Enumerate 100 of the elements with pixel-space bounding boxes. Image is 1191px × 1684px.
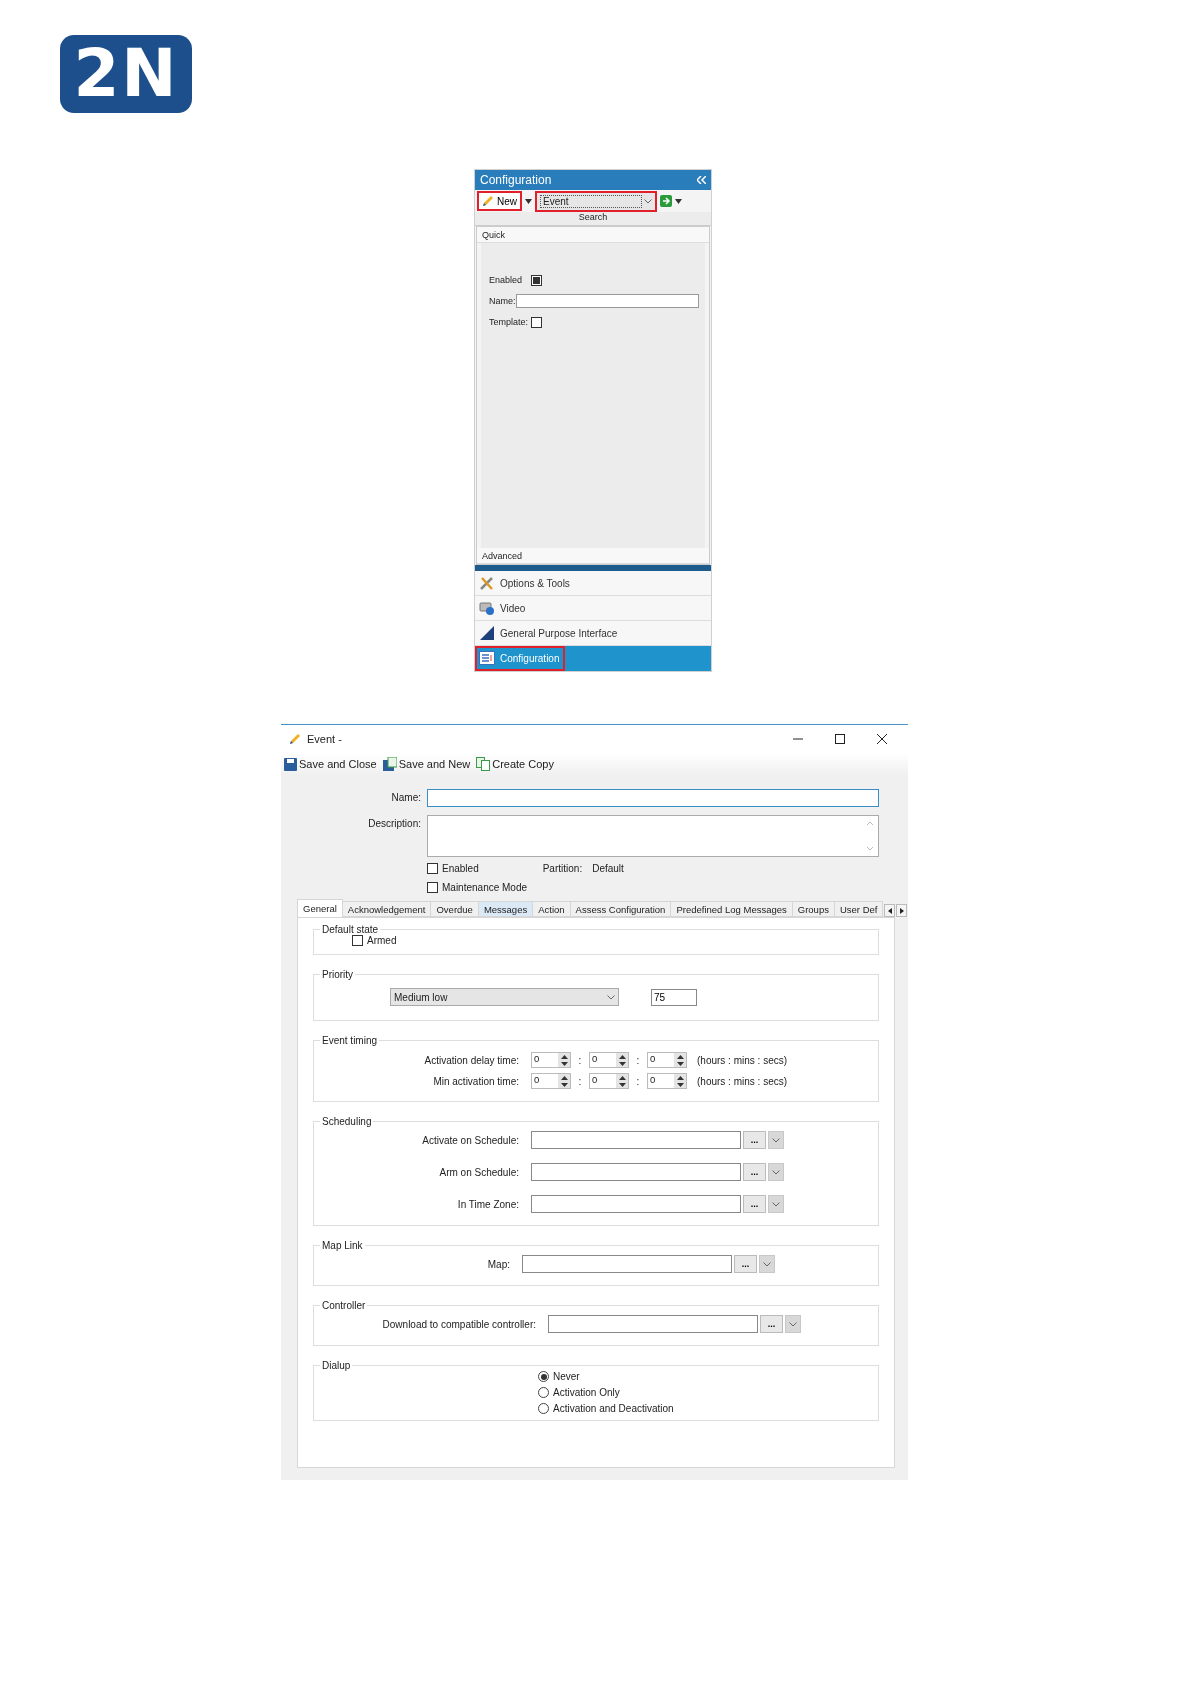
spin-buttons[interactable] (674, 1074, 686, 1088)
field-label: Download to compatible controller: (381, 1318, 536, 1330)
spin-buttons[interactable] (558, 1074, 570, 1088)
checkbox[interactable] (531, 316, 542, 328)
scroll-right-button[interactable] (896, 904, 908, 917)
spin-buttons[interactable] (558, 1053, 570, 1067)
description-field[interactable] (427, 815, 879, 857)
spin-field[interactable]: 0 (589, 1052, 629, 1068)
scroll-left-button[interactable] (884, 904, 896, 917)
chevron-down-icon (644, 198, 652, 204)
tab[interactable]: Overdue (430, 901, 479, 917)
priority-select[interactable]: Medium low (390, 988, 619, 1006)
group-title: Dialup (321, 1360, 352, 1371)
quick-header[interactable]: Quick (477, 227, 709, 243)
lookup-field[interactable] (531, 1131, 741, 1149)
time-separator: : (635, 1075, 641, 1087)
chevron-down-icon (789, 1321, 797, 1327)
field-label: Arm on Schedule: (438, 1166, 519, 1178)
browse-button[interactable]: ... (743, 1131, 766, 1149)
checkbox-label: Armed (367, 935, 397, 946)
group-title: Event timing (321, 1035, 379, 1046)
chevron-down-icon (763, 1261, 771, 1267)
spin-field[interactable]: 0 (531, 1073, 571, 1089)
search-header[interactable]: Search (475, 212, 711, 226)
spin-field[interactable]: 0 (647, 1073, 687, 1089)
arrow-icon[interactable] (660, 195, 672, 207)
lookup-field[interactable] (531, 1163, 741, 1181)
save-new-icon (382, 757, 397, 771)
checkbox[interactable] (427, 863, 438, 874)
name-field[interactable] (516, 294, 699, 308)
group-title: Default state (321, 924, 380, 935)
checkbox[interactable] (352, 935, 363, 946)
scroll-arrows-icon (866, 820, 874, 852)
browse-button[interactable]: ... (760, 1315, 783, 1333)
time-separator: : (577, 1075, 583, 1087)
tab[interactable]: Messages (477, 901, 534, 917)
field-label: Activate on Schedule: (421, 1134, 519, 1146)
tab[interactable]: General (297, 899, 343, 917)
caret-right-icon (899, 907, 904, 914)
toolbar-button[interactable]: Save and Close (284, 757, 377, 771)
tab[interactable]: Assess Configuration (569, 901, 672, 917)
partition-label: Partition: (542, 863, 583, 874)
radio-label: Never (553, 1371, 580, 1382)
new-button[interactable]: New (477, 191, 522, 211)
field-label: Min activation time: (432, 1075, 519, 1087)
spin-field[interactable]: 0 (589, 1073, 629, 1089)
caret-icon (675, 198, 682, 204)
field-label: Template: (489, 317, 530, 327)
field-label: In Time Zone: (456, 1198, 519, 1210)
type-combo[interactable]: Event (535, 190, 657, 212)
radio-button[interactable] (538, 1403, 549, 1414)
list-icon (479, 651, 495, 665)
group-title: Controller (321, 1300, 367, 1311)
checkbox[interactable] (531, 274, 542, 286)
spin-buttons[interactable] (616, 1074, 628, 1088)
tab[interactable]: Groups (791, 901, 835, 917)
browse-button[interactable]: ... (734, 1255, 757, 1273)
chevron-down-icon (772, 1169, 780, 1175)
spin-field[interactable]: 0 (531, 1052, 571, 1068)
lookup-field[interactable] (522, 1255, 732, 1273)
spin-buttons[interactable] (674, 1053, 686, 1067)
field-label: Name: (489, 296, 516, 306)
chevron-down-icon (772, 1137, 780, 1143)
spin-buttons[interactable] (616, 1053, 628, 1067)
lookup-field[interactable] (548, 1315, 758, 1333)
group-title: Priority (321, 969, 355, 980)
unit-label: (hours : mins : secs) (697, 1075, 788, 1087)
time-separator: : (635, 1054, 641, 1066)
group-title: Scheduling (321, 1116, 373, 1127)
browse-button[interactable]: ... (743, 1195, 766, 1213)
unit-label: (hours : mins : secs) (697, 1054, 788, 1066)
copy-icon (476, 757, 491, 771)
chevron-down-icon (772, 1201, 780, 1207)
lookup-field[interactable] (531, 1195, 741, 1213)
tools-icon (479, 575, 495, 591)
tab[interactable]: Predefined Log Messages (670, 901, 793, 917)
checkbox[interactable] (427, 882, 438, 893)
toolbar-button[interactable]: Create Copy (476, 757, 554, 771)
toolbar-button[interactable]: Save and New (382, 757, 471, 771)
radio-button[interactable] (538, 1387, 549, 1398)
caret-icon (525, 198, 532, 204)
checkbox-label: Enabled (442, 863, 479, 874)
tab[interactable]: User Def (833, 901, 884, 917)
tab[interactable]: Acknowledgement (341, 901, 432, 917)
time-separator: : (577, 1054, 583, 1066)
browse-button[interactable]: ... (743, 1163, 766, 1181)
advanced-header[interactable]: Advanced (477, 548, 709, 564)
close-icon (877, 734, 887, 744)
spin-field[interactable]: 0 (647, 1052, 687, 1068)
lightning-icon (479, 625, 495, 641)
name-field[interactable] (427, 789, 879, 807)
field-label: Name: (390, 791, 421, 803)
radio-button[interactable] (538, 1371, 549, 1382)
caret-left-icon (887, 907, 892, 914)
priority-number-field[interactable]: 75 (651, 988, 697, 1006)
tab[interactable]: Action (532, 901, 571, 917)
pen-icon (482, 195, 494, 207)
radio-label: Activation Only (553, 1387, 620, 1398)
window-title: Event - (307, 733, 343, 745)
collapse-icon[interactable] (697, 176, 706, 184)
